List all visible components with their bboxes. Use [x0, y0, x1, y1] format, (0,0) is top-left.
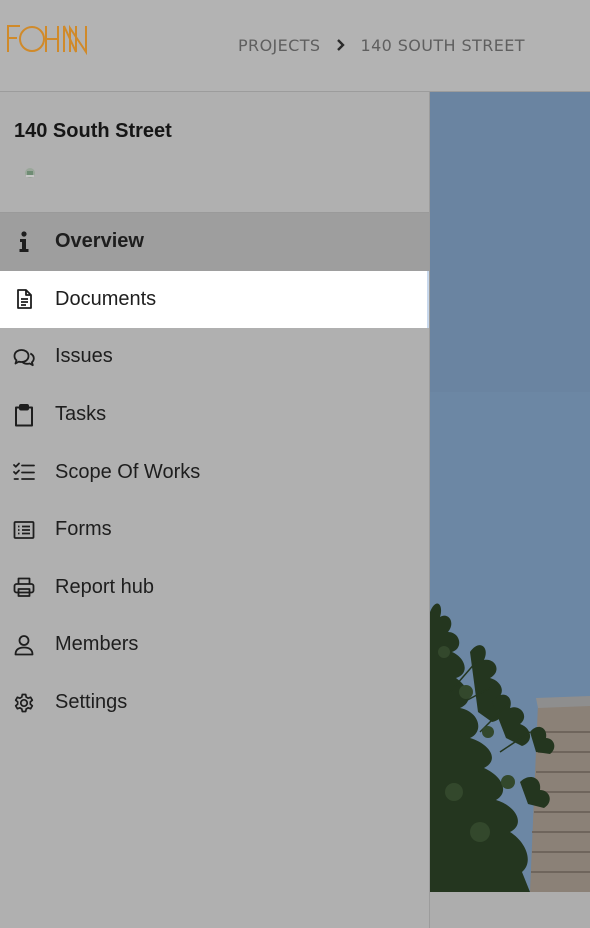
photo-footer-strip — [430, 892, 590, 928]
user-icon — [12, 633, 36, 657]
document-icon — [12, 287, 36, 311]
project-avatar — [25, 168, 35, 178]
sidebar-item-label: Members — [55, 633, 139, 656]
sidebar-item-label: Documents — [55, 287, 157, 310]
sidebar-item-label: Forms — [55, 518, 112, 541]
sidebar-item-label: Settings — [55, 691, 128, 714]
sidebar-item-label: Issues — [55, 345, 113, 368]
form-list-icon — [12, 518, 36, 542]
sidebar-item-report-hub[interactable]: Report hub — [0, 559, 429, 617]
breadcrumb-projects[interactable]: PROJECTS — [238, 36, 321, 55]
sidebar-item-settings[interactable]: Settings — [0, 674, 429, 732]
project-title: 140 South Street — [14, 120, 172, 142]
project-header: 140 South Street — [0, 92, 429, 213]
sidebar-item-label: Tasks — [55, 403, 107, 426]
sidebar-item-tasks[interactable]: Tasks — [0, 386, 429, 444]
chat-bubbles-icon — [12, 345, 36, 369]
sidebar-item-members[interactable]: Members — [0, 616, 429, 674]
sidebar-item-overview[interactable]: Overview — [0, 213, 429, 271]
company-logo[interactable] — [6, 22, 88, 56]
project-sidebar: 140 South Street Overview Documents Issu… — [0, 92, 430, 928]
info-icon — [12, 230, 36, 254]
breadcrumb-current-project[interactable]: 140 SOUTH STREET — [361, 36, 525, 55]
sidebar-item-scope-of-works[interactable]: Scope Of Works — [0, 443, 429, 501]
sidebar-item-label: Report hub — [55, 575, 154, 598]
sidebar-item-issues[interactable]: Issues — [0, 328, 429, 386]
clipboard-icon — [12, 403, 36, 427]
sidebar-item-label: Overview — [55, 230, 144, 253]
gear-icon — [12, 691, 36, 715]
sidebar-item-documents[interactable]: Documents — [0, 270, 429, 329]
chevron-right-icon — [321, 34, 361, 56]
breadcrumb: PROJECTS 140 SOUTH STREET — [238, 34, 525, 56]
printer-icon — [12, 575, 36, 599]
sidebar-item-forms[interactable]: Forms — [0, 501, 429, 559]
sidebar-item-label: Scope Of Works — [55, 460, 201, 483]
checklist-icon — [12, 460, 36, 484]
top-header: PROJECTS 140 SOUTH STREET — [0, 0, 590, 92]
project-cover-photo — [430, 92, 590, 892]
